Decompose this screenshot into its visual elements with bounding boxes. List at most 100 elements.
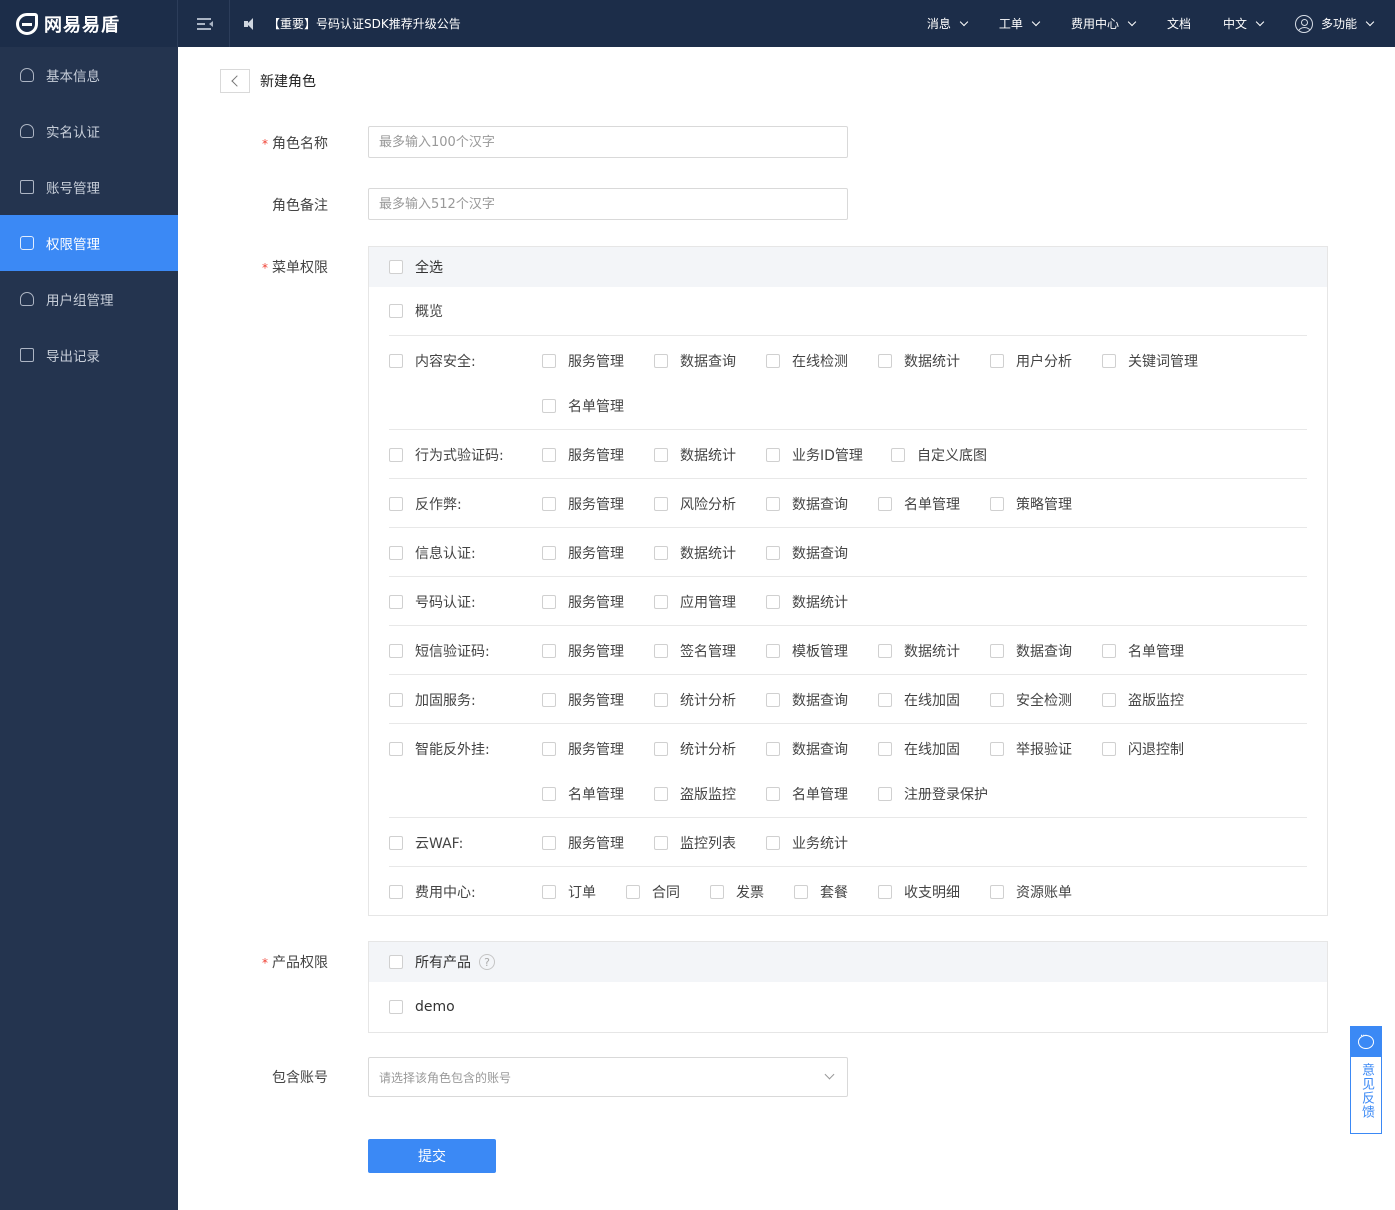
- nav-docs[interactable]: 文档: [1167, 15, 1191, 32]
- perm-checkbox[interactable]: [654, 594, 668, 609]
- perm-item[interactable]: 数据查询: [766, 738, 878, 759]
- perm-item[interactable]: 合同: [626, 881, 710, 902]
- perm-item[interactable]: 名单管理: [1102, 640, 1214, 661]
- perm-checkbox[interactable]: [626, 884, 640, 899]
- perm-checkbox[interactable]: [654, 643, 668, 658]
- perm-item[interactable]: 闪退控制: [1102, 738, 1214, 759]
- overview-option[interactable]: 概览: [389, 301, 542, 322]
- perm-checkbox[interactable]: [766, 835, 780, 850]
- perm-item[interactable]: 安全检测: [990, 689, 1102, 710]
- perm-item[interactable]: 发票: [710, 881, 794, 902]
- category-checkbox[interactable]: [389, 496, 403, 511]
- perm-checkbox[interactable]: [542, 496, 556, 511]
- perm-checkbox[interactable]: [990, 692, 1004, 707]
- product-checkbox[interactable]: [389, 1000, 403, 1014]
- collapse-menu-button[interactable]: [178, 0, 230, 47]
- perm-item[interactable]: 服务管理: [542, 738, 654, 759]
- perm-item[interactable]: 服务管理: [542, 640, 654, 661]
- perm-checkbox[interactable]: [990, 741, 1004, 756]
- perm-checkbox[interactable]: [990, 496, 1004, 511]
- nav-language[interactable]: 中文: [1223, 15, 1265, 32]
- help-icon[interactable]: ?: [479, 954, 495, 970]
- perm-category[interactable]: 短信验证码:: [389, 640, 542, 661]
- perm-checkbox[interactable]: [542, 835, 556, 850]
- category-checkbox[interactable]: [389, 594, 403, 609]
- perm-item[interactable]: 数据统计: [654, 542, 766, 563]
- perm-category[interactable]: 云WAF:: [389, 832, 542, 853]
- category-checkbox[interactable]: [389, 884, 403, 899]
- perm-category[interactable]: 内容安全:: [389, 350, 542, 371]
- perm-item[interactable]: 盗版监控: [654, 783, 766, 804]
- notice-banner[interactable]: 【重要】号码认证SDK推荐升级公告: [244, 0, 461, 47]
- perm-checkbox[interactable]: [654, 786, 668, 801]
- perm-checkbox[interactable]: [654, 447, 668, 462]
- perm-item[interactable]: 模板管理: [766, 640, 878, 661]
- perm-item[interactable]: 业务ID管理: [766, 444, 891, 465]
- perm-item[interactable]: 用户分析: [990, 350, 1102, 371]
- perm-item[interactable]: 举报验证: [990, 738, 1102, 759]
- perm-checkbox[interactable]: [542, 447, 556, 462]
- perm-item[interactable]: 名单管理: [542, 395, 654, 416]
- perm-item[interactable]: 服务管理: [542, 493, 654, 514]
- perm-checkbox[interactable]: [878, 643, 892, 658]
- category-checkbox[interactable]: [389, 353, 403, 368]
- perm-item[interactable]: 数据查询: [766, 493, 878, 514]
- perm-checkbox[interactable]: [766, 447, 780, 462]
- perm-item[interactable]: 服务管理: [542, 350, 654, 371]
- perm-checkbox[interactable]: [766, 692, 780, 707]
- perm-item[interactable]: 签名管理: [654, 640, 766, 661]
- perm-item[interactable]: 数据查询: [654, 350, 766, 371]
- select-all-checkbox[interactable]: [389, 260, 403, 274]
- accounts-select[interactable]: 请选择该角色包含的账号: [368, 1057, 848, 1097]
- perm-item[interactable]: 关键词管理: [1102, 350, 1214, 371]
- perm-checkbox[interactable]: [891, 447, 905, 462]
- perm-checkbox[interactable]: [990, 353, 1004, 368]
- nav-messages[interactable]: 消息: [927, 15, 969, 32]
- perm-item[interactable]: 在线加固: [878, 738, 990, 759]
- sidebar-item-accounts[interactable]: 账号管理: [0, 159, 178, 215]
- perm-checkbox[interactable]: [1102, 741, 1116, 756]
- perm-item[interactable]: 在线检测: [766, 350, 878, 371]
- category-checkbox[interactable]: [389, 692, 403, 707]
- perm-item[interactable]: 服务管理: [542, 832, 654, 853]
- overview-checkbox[interactable]: [389, 304, 403, 318]
- perm-category[interactable]: 号码认证:: [389, 591, 542, 612]
- perm-item[interactable]: 在线加固: [878, 689, 990, 710]
- perm-item[interactable]: 自定义底图: [891, 444, 1003, 465]
- sidebar-item-basic-info[interactable]: 基本信息: [0, 47, 178, 103]
- all-products-row[interactable]: 所有产品 ?: [369, 942, 1327, 982]
- perm-item[interactable]: 套餐: [794, 881, 878, 902]
- perm-item[interactable]: 数据查询: [766, 689, 878, 710]
- perm-checkbox[interactable]: [542, 398, 556, 413]
- perm-checkbox[interactable]: [542, 884, 556, 899]
- perm-checkbox[interactable]: [542, 643, 556, 658]
- notice-text[interactable]: 【重要】号码认证SDK推荐升级公告: [268, 15, 461, 32]
- perm-item[interactable]: 策略管理: [990, 493, 1102, 514]
- perm-checkbox[interactable]: [766, 643, 780, 658]
- category-checkbox[interactable]: [389, 835, 403, 850]
- perm-item[interactable]: 统计分析: [654, 689, 766, 710]
- perm-item[interactable]: 盗版监控: [1102, 689, 1214, 710]
- perm-checkbox[interactable]: [542, 786, 556, 801]
- perm-checkbox[interactable]: [654, 741, 668, 756]
- perm-checkbox[interactable]: [542, 741, 556, 756]
- category-checkbox[interactable]: [389, 741, 403, 756]
- perm-item[interactable]: 监控列表: [654, 832, 766, 853]
- perm-checkbox[interactable]: [878, 786, 892, 801]
- perm-checkbox[interactable]: [878, 884, 892, 899]
- product-option-demo[interactable]: demo: [369, 982, 1327, 1032]
- perm-category[interactable]: 反作弊:: [389, 493, 542, 514]
- category-checkbox[interactable]: [389, 643, 403, 658]
- perm-checkbox[interactable]: [542, 545, 556, 560]
- perm-item[interactable]: 数据统计: [654, 444, 766, 465]
- perm-item[interactable]: 风险分析: [654, 493, 766, 514]
- nav-billing[interactable]: 费用中心: [1071, 15, 1137, 32]
- feedback-button[interactable]: 意见反馈: [1350, 1026, 1382, 1134]
- nav-tickets[interactable]: 工单: [999, 15, 1041, 32]
- sidebar-item-permissions[interactable]: 权限管理: [0, 215, 178, 271]
- perm-checkbox[interactable]: [878, 496, 892, 511]
- perm-category[interactable]: 行为式验证码:: [389, 444, 542, 465]
- perm-checkbox[interactable]: [654, 353, 668, 368]
- perm-checkbox[interactable]: [878, 353, 892, 368]
- perm-checkbox[interactable]: [710, 884, 724, 899]
